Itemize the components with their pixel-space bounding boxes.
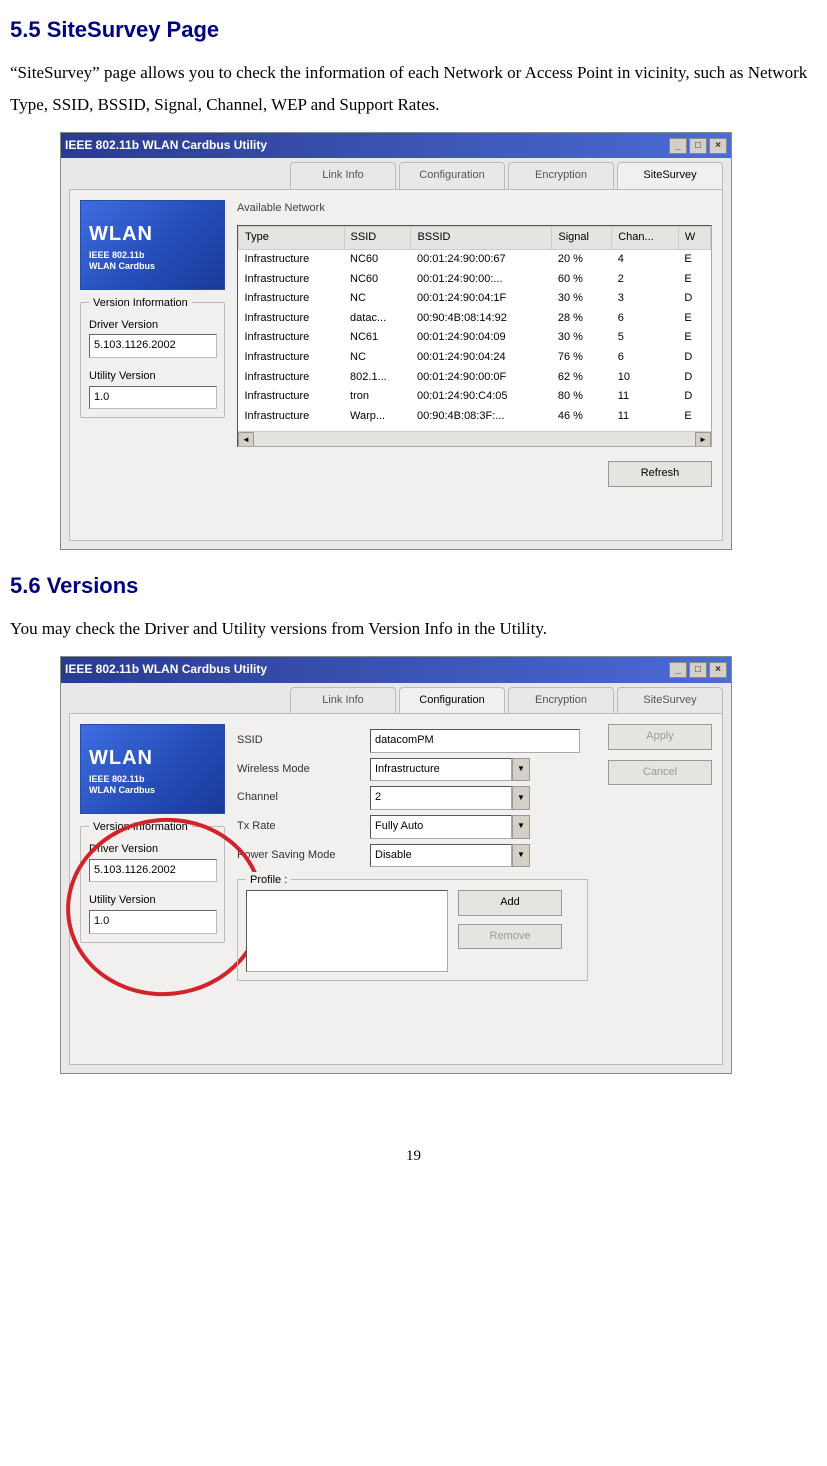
driver-version-label: Driver Version <box>89 317 216 335</box>
chevron-down-icon[interactable]: ▼ <box>512 758 530 782</box>
refresh-button[interactable]: Refresh <box>608 461 712 487</box>
titlebar[interactable]: IEEE 802.11b WLAN Cardbus Utility _ □ × <box>61 657 731 682</box>
wlan-logo: WLAN IEEE 802.11b WLAN Cardbus <box>80 200 225 290</box>
window-title: IEEE 802.11b WLAN Cardbus Utility <box>65 136 267 155</box>
wlan-logo: WLAN IEEE 802.11b WLAN Cardbus <box>80 724 225 814</box>
channel-label: Channel <box>237 789 362 807</box>
paragraph-sitesurvey: “SiteSurvey” page allows you to check th… <box>10 57 817 120</box>
table-row[interactable]: Infrastructuretron00:01:24:90:C4:0580 %1… <box>239 387 711 407</box>
utility-version-value: 1.0 <box>89 386 217 410</box>
network-list[interactable]: TypeSSIDBSSIDSignalChan...W Infrastructu… <box>237 225 712 447</box>
psm-label: Power Saving Mode <box>237 847 362 865</box>
tab-bar: Link Info Configuration Encryption SiteS… <box>61 683 731 714</box>
table-row[interactable]: InfrastructureNC6000:01:24:90:00:...60 %… <box>239 270 711 290</box>
version-info-title: Version Information <box>89 819 192 837</box>
remove-button[interactable]: Remove <box>458 924 562 950</box>
add-button[interactable]: Add <box>458 890 562 916</box>
cancel-button[interactable]: Cancel <box>608 760 712 786</box>
page-number: 19 <box>10 1144 817 1168</box>
psm-dropdown[interactable]: Disable ▼ <box>370 844 530 868</box>
tab-encryption[interactable]: Encryption <box>508 687 614 714</box>
maximize-icon[interactable]: □ <box>689 138 707 154</box>
channel-value: 2 <box>370 786 512 810</box>
txrate-label: Tx Rate <box>237 818 362 836</box>
chevron-down-icon[interactable]: ▼ <box>512 786 530 810</box>
table-row[interactable]: Infrastructuredatac...00:90:4B:08:14:922… <box>239 309 711 329</box>
horizontal-scrollbar[interactable]: ◄ ► <box>238 431 711 446</box>
chevron-down-icon[interactable]: ▼ <box>512 815 530 839</box>
logo-text-line1: IEEE 802.11b <box>89 774 216 785</box>
column-header[interactable]: W <box>678 227 710 250</box>
minimize-icon[interactable]: _ <box>669 662 687 678</box>
available-network-label: Available Network <box>237 200 712 218</box>
profile-group: Profile : Add Remove <box>237 879 588 981</box>
close-icon[interactable]: × <box>709 138 727 154</box>
version-info-group: Version Information Driver Version 5.103… <box>80 302 225 418</box>
driver-version-value: 5.103.1126.2002 <box>89 334 217 358</box>
table-row[interactable]: InfrastructureWarp...00:90:4B:08:3F:...4… <box>239 407 711 427</box>
chevron-down-icon[interactable]: ▼ <box>512 844 530 868</box>
tab-sitesurvey[interactable]: SiteSurvey <box>617 687 723 714</box>
tab-linkinfo[interactable]: Link Info <box>290 687 396 714</box>
configuration-window: IEEE 802.11b WLAN Cardbus Utility _ □ × … <box>60 656 732 1074</box>
sitesurvey-window: IEEE 802.11b WLAN Cardbus Utility _ □ × … <box>60 132 732 550</box>
txrate-value: Fully Auto <box>370 815 512 839</box>
logo-text-line2: WLAN Cardbus <box>89 785 216 796</box>
profile-title: Profile : <box>246 872 291 890</box>
wireless-mode-label: Wireless Mode <box>237 761 362 779</box>
tab-linkinfo[interactable]: Link Info <box>290 162 396 189</box>
scroll-left-icon[interactable]: ◄ <box>238 432 254 447</box>
table-row[interactable]: InfrastructureNC00:01:24:90:04:1F30 %3D <box>239 289 711 309</box>
table-row[interactable]: InfrastructureNC00:01:24:90:04:2476 %6D <box>239 348 711 368</box>
tab-bar: Link Info Configuration Encryption SiteS… <box>61 158 731 189</box>
logo-text-big: WLAN <box>89 742 216 774</box>
table-row[interactable]: InfrastructureNC6100:01:24:90:04:0930 %5… <box>239 328 711 348</box>
tab-encryption[interactable]: Encryption <box>508 162 614 189</box>
column-header[interactable]: Signal <box>552 227 612 250</box>
txrate-dropdown[interactable]: Fully Auto ▼ <box>370 815 530 839</box>
version-info-title: Version Information <box>89 295 192 313</box>
table-row[interactable]: InfrastructureNC6000:01:24:90:00:6720 %4… <box>239 250 711 270</box>
logo-text-line2: WLAN Cardbus <box>89 261 216 272</box>
table-row[interactable]: Infrastructure802.1...00:01:24:90:00:0F6… <box>239 368 711 388</box>
heading-versions: 5.6 Versions <box>10 568 817 603</box>
titlebar[interactable]: IEEE 802.11b WLAN Cardbus Utility _ □ × <box>61 133 731 158</box>
driver-version-value: 5.103.1126.2002 <box>89 859 217 883</box>
close-icon[interactable]: × <box>709 662 727 678</box>
maximize-icon[interactable]: □ <box>689 662 707 678</box>
profile-list[interactable] <box>246 890 448 972</box>
paragraph-versions: You may check the Driver and Utility ver… <box>10 613 817 644</box>
utility-version-value: 1.0 <box>89 910 217 934</box>
tab-sitesurvey[interactable]: SiteSurvey <box>617 162 723 189</box>
column-header[interactable]: Type <box>239 227 345 250</box>
logo-text-big: WLAN <box>89 218 216 250</box>
channel-dropdown[interactable]: 2 ▼ <box>370 786 530 810</box>
column-header[interactable]: BSSID <box>411 227 552 250</box>
ssid-label: SSID <box>237 732 362 750</box>
scroll-right-icon[interactable]: ► <box>695 432 711 447</box>
driver-version-label: Driver Version <box>89 841 216 859</box>
apply-button[interactable]: Apply <box>608 724 712 750</box>
version-info-group: Version Information Driver Version 5.103… <box>80 826 225 942</box>
window-title: IEEE 802.11b WLAN Cardbus Utility <box>65 660 267 679</box>
utility-version-label: Utility Version <box>89 892 216 910</box>
minimize-icon[interactable]: _ <box>669 138 687 154</box>
psm-value: Disable <box>370 844 512 868</box>
tab-configuration[interactable]: Configuration <box>399 162 505 189</box>
wireless-mode-dropdown[interactable]: Infrastructure ▼ <box>370 758 530 782</box>
column-header[interactable]: SSID <box>344 227 411 250</box>
tab-configuration[interactable]: Configuration <box>399 687 505 714</box>
ssid-input[interactable]: datacomPM <box>370 729 580 753</box>
column-header[interactable]: Chan... <box>612 227 679 250</box>
wireless-mode-value: Infrastructure <box>370 758 512 782</box>
heading-sitesurvey: 5.5 SiteSurvey Page <box>10 12 817 47</box>
utility-version-label: Utility Version <box>89 368 216 386</box>
logo-text-line1: IEEE 802.11b <box>89 250 216 261</box>
